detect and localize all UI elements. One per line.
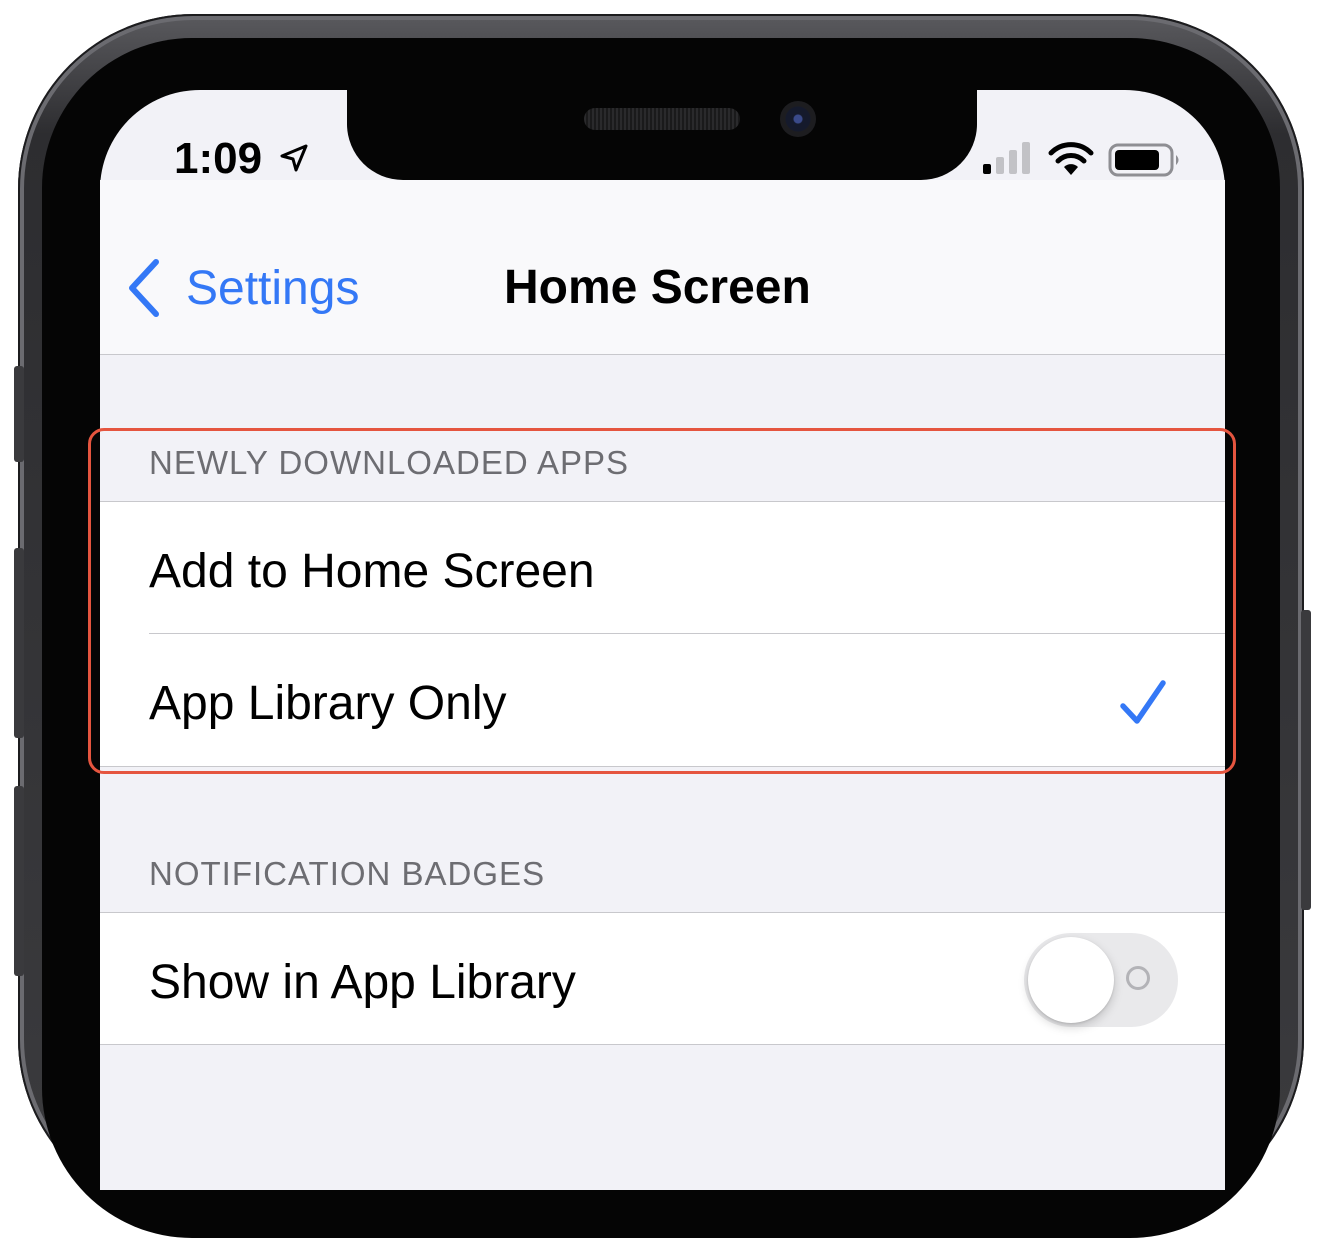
chevron-left-icon (129, 259, 159, 317)
page-title: Home Screen (504, 261, 811, 314)
earpiece-speaker (584, 108, 740, 130)
checkmark-icon (1120, 680, 1166, 724)
back-button[interactable]: Settings (124, 256, 359, 320)
option-add-to-home-screen[interactable]: Add to Home Screen (100, 502, 1225, 634)
section-header-notification-badges: NOTIFICATION BADGES (149, 855, 546, 892)
wifi-icon (1048, 142, 1094, 175)
cellular-signal-icon (983, 142, 1030, 174)
row-label: Show in App Library (149, 956, 576, 1009)
front-camera (780, 101, 816, 137)
silent-switch (14, 366, 24, 462)
toggle-knob (1028, 937, 1114, 1023)
row-show-in-app-library: Show in App Library (100, 913, 1225, 1044)
newly-downloaded-group: Add to Home Screen App Library Only (100, 501, 1225, 767)
battery-icon (1108, 143, 1179, 177)
option-label: Add to Home Screen (149, 545, 595, 598)
notch (347, 88, 977, 180)
option-label: App Library Only (149, 677, 507, 730)
option-app-library-only[interactable]: App Library Only (100, 634, 1225, 766)
toggle-off-indicator (1126, 966, 1150, 990)
show-in-app-library-toggle[interactable] (1024, 933, 1178, 1027)
volume-up-button (14, 548, 24, 738)
notification-badges-group: Show in App Library (100, 912, 1225, 1045)
side-button (1301, 610, 1311, 910)
section-header-newly-downloaded: NEWLY DOWNLOADED APPS (149, 444, 630, 481)
status-time: 1:09 (174, 134, 263, 183)
back-button-label: Settings (186, 261, 360, 315)
volume-down-button (14, 786, 24, 976)
location-arrow-icon (280, 144, 308, 172)
